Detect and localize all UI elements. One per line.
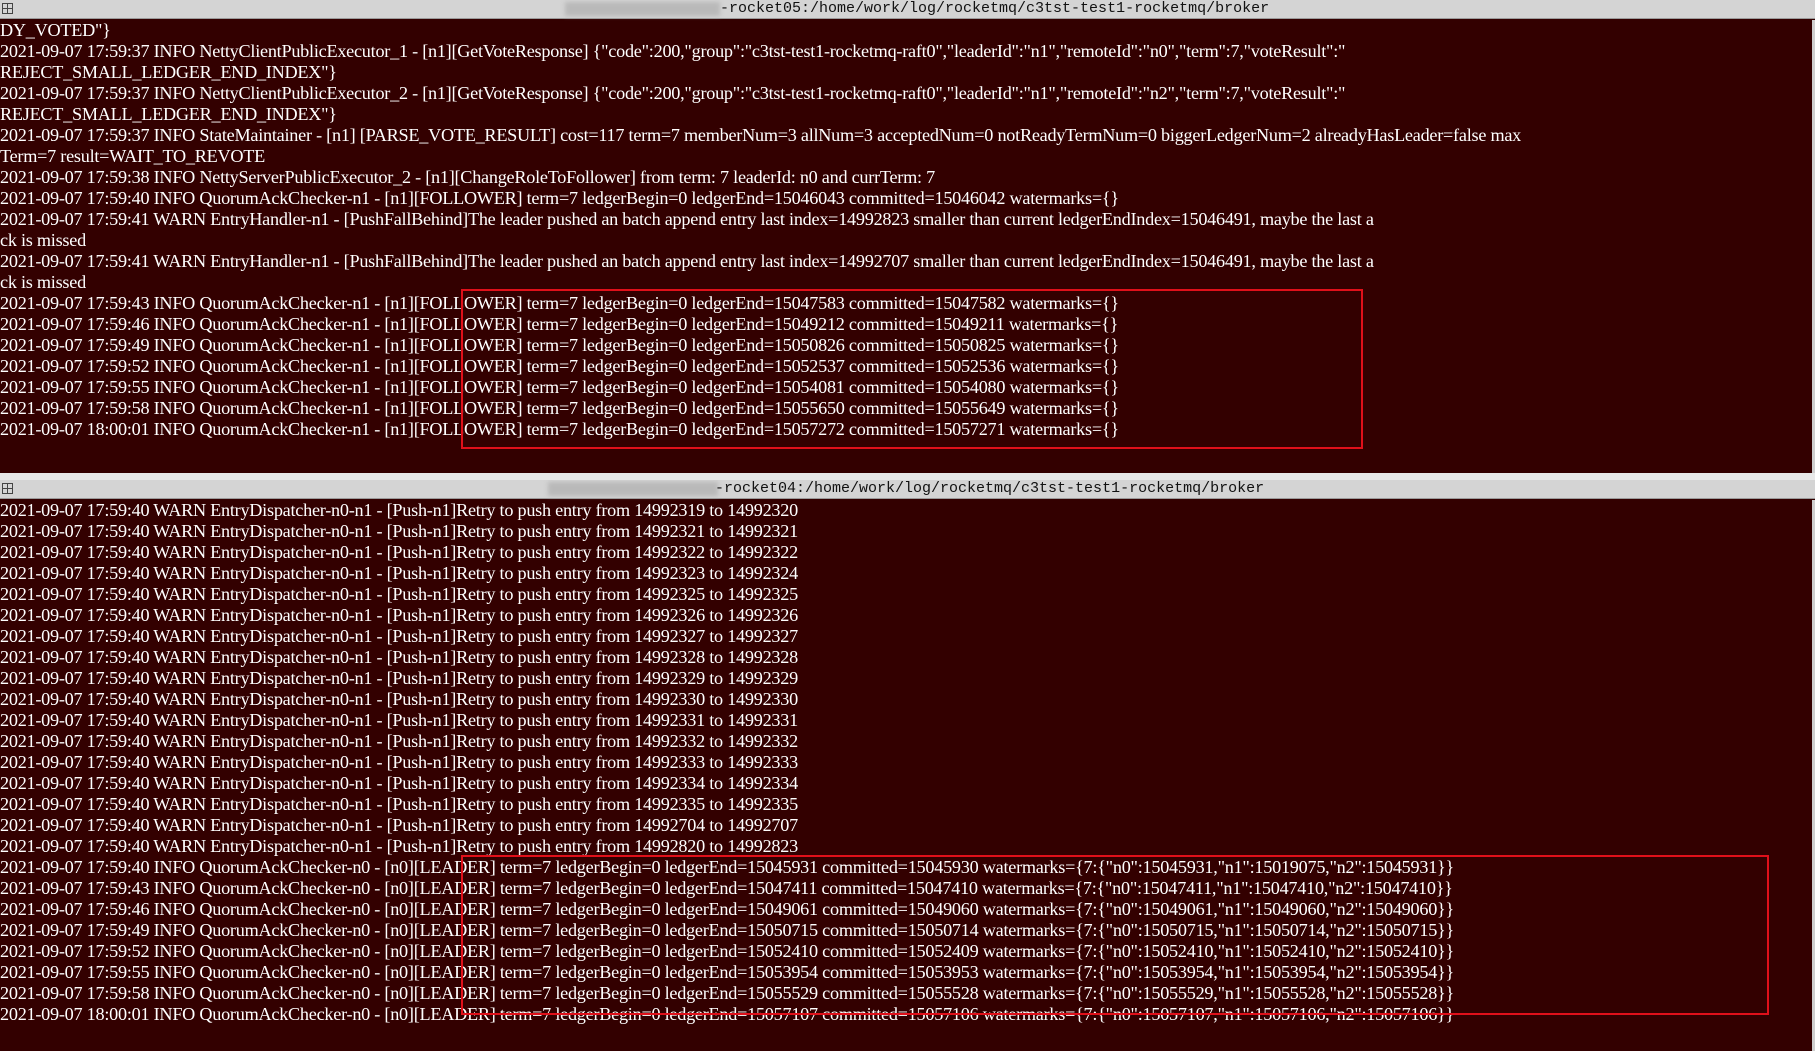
log-line: 2021-09-07 17:59:40 WARN EntryDispatcher…: [0, 626, 798, 646]
follower-highlight-box: [461, 289, 1363, 449]
log-line: 2021-09-07 17:59:37 INFO NettyClientPubl…: [0, 41, 1346, 61]
terminal-pane-rocket04[interactable]: -rocket04:/home/work/log/rocketmq/c3tst-…: [0, 480, 1815, 1051]
window-title: -rocket05:/home/work/log/rocketmq/c3tst-…: [720, 0, 1270, 17]
log-line: 2021-09-07 17:59:40 WARN EntryDispatcher…: [0, 794, 798, 814]
redacted-hostname: [548, 482, 718, 496]
log-line: 2021-09-07 17:59:40 WARN EntryDispatcher…: [0, 689, 798, 709]
log-line: 2021-09-07 17:59:40 WARN EntryDispatcher…: [0, 773, 798, 793]
terminal-pane-rocket05[interactable]: -rocket05:/home/work/log/rocketmq/c3tst-…: [0, 0, 1815, 473]
log-line: REJECT_SMALL_LEDGER_END_INDEX"}: [0, 104, 337, 124]
log-line: 2021-09-07 17:59:40 WARN EntryDispatcher…: [0, 521, 798, 541]
log-line: 2021-09-07 17:59:40 WARN EntryDispatcher…: [0, 563, 798, 583]
log-line: REJECT_SMALL_LEDGER_END_INDEX"}: [0, 62, 337, 82]
log-line: 2021-09-07 17:59:38 INFO NettyServerPubl…: [0, 167, 935, 187]
log-line: 2021-09-07 17:59:40 WARN EntryDispatcher…: [0, 836, 798, 856]
log-line: 2021-09-07 17:59:40 WARN EntryDispatcher…: [0, 605, 798, 625]
title-bar: -rocket05:/home/work/log/rocketmq/c3tst-…: [0, 0, 1815, 19]
window-menu-icon[interactable]: [2, 483, 13, 494]
log-line: 2021-09-07 17:59:40 WARN EntryDispatcher…: [0, 710, 798, 730]
log-line: ck is missed: [0, 230, 86, 250]
log-line: 2021-09-07 17:59:41 WARN EntryHandler-n1…: [0, 251, 1374, 271]
log-line: 2021-09-07 17:59:40 WARN EntryDispatcher…: [0, 500, 798, 520]
log-line: 2021-09-07 17:59:40 INFO QuorumAckChecke…: [0, 188, 1119, 208]
pane-divider[interactable]: [0, 473, 1815, 480]
log-line: 2021-09-07 17:59:40 WARN EntryDispatcher…: [0, 647, 798, 667]
redacted-hostname: [565, 2, 720, 16]
log-line: 2021-09-07 17:59:37 INFO NettyClientPubl…: [0, 83, 1346, 103]
log-line: DY_VOTED"}: [0, 20, 111, 40]
log-line: 2021-09-07 17:59:40 WARN EntryDispatcher…: [0, 668, 798, 688]
log-line: 2021-09-07 17:59:40 WARN EntryDispatcher…: [0, 542, 798, 562]
log-line: 2021-09-07 17:59:40 WARN EntryDispatcher…: [0, 731, 798, 751]
log-line: 2021-09-07 17:59:41 WARN EntryHandler-n1…: [0, 209, 1374, 229]
log-line: 2021-09-07 17:59:40 WARN EntryDispatcher…: [0, 752, 798, 772]
window-menu-icon[interactable]: [2, 3, 13, 14]
title-bar: -rocket04:/home/work/log/rocketmq/c3tst-…: [0, 480, 1815, 499]
log-line: 2021-09-07 17:59:40 WARN EntryDispatcher…: [0, 815, 798, 835]
log-line: 2021-09-07 17:59:40 WARN EntryDispatcher…: [0, 584, 798, 604]
window-title: -rocket04:/home/work/log/rocketmq/c3tst-…: [715, 480, 1265, 497]
log-line: 2021-09-07 17:59:37 INFO StateMaintainer…: [0, 125, 1522, 145]
log-line: Term=7 result=WAIT_TO_REVOTE: [0, 146, 265, 166]
leader-highlight-box: [461, 855, 1769, 1015]
